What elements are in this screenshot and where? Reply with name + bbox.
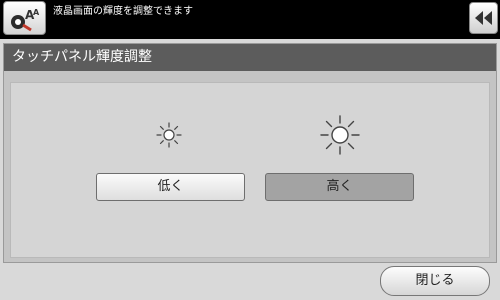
back-button[interactable]: [469, 2, 498, 34]
panel-header: タッチパネル輝度調整: [4, 44, 496, 71]
header-message: 液晶画面の輝度を調整できます: [53, 6, 193, 17]
brightness-high-button[interactable]: 高く: [265, 173, 414, 201]
brightness-low-button[interactable]: 低く: [96, 173, 245, 201]
top-bar: A A 液晶画面の輝度を調整できます: [0, 0, 500, 39]
accessibility-brightness-icon: A A: [3, 1, 46, 35]
close-button[interactable]: 閉じる: [380, 266, 490, 296]
svg-text:A: A: [33, 8, 40, 17]
brightness-panel: タッチパネル輝度調整: [3, 43, 497, 263]
large-sun-icon: [320, 115, 360, 155]
small-sun-icon: [156, 122, 182, 148]
panel-title: タッチパネル輝度調整: [12, 49, 152, 65]
double-left-arrow-icon: [475, 11, 492, 25]
panel-body: [10, 82, 490, 258]
